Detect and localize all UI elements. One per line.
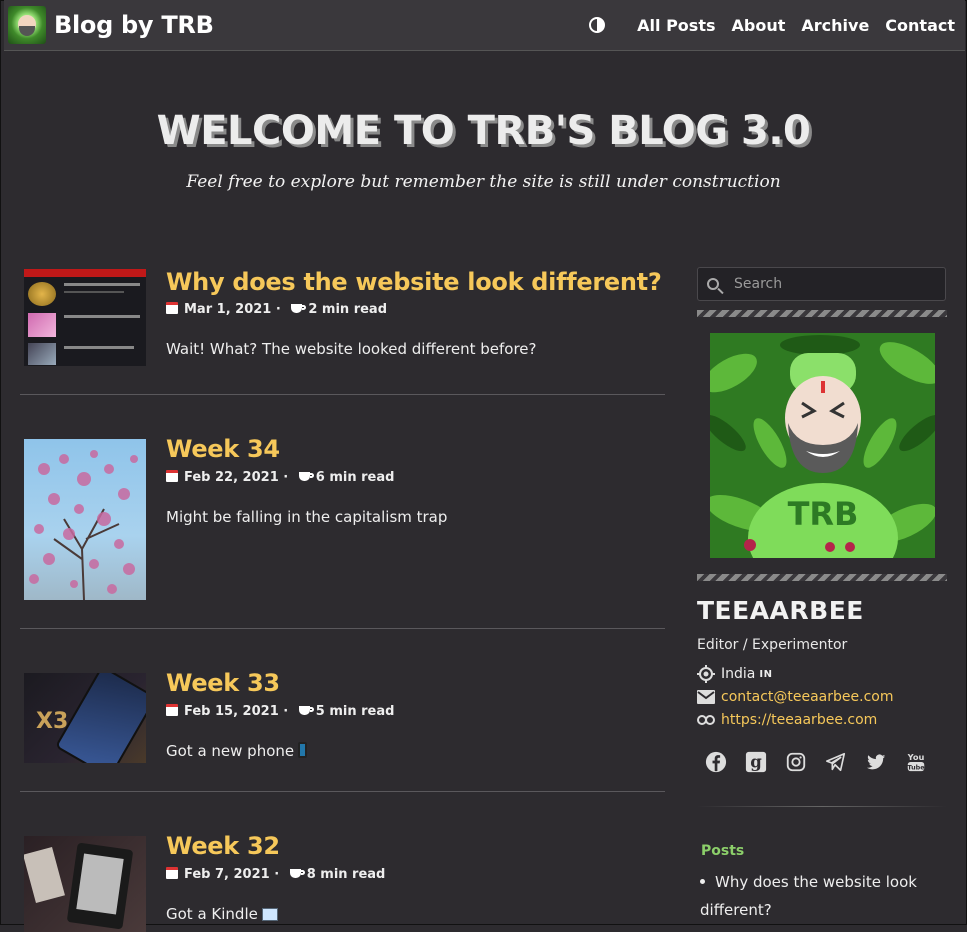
post-thumbnail[interactable]	[24, 439, 146, 600]
country-flag: IN	[759, 668, 773, 680]
calendar-icon	[166, 867, 178, 879]
post-read-time: 5 min read	[315, 704, 395, 719]
svg-text:You: You	[907, 752, 925, 762]
calendar-icon	[166, 704, 178, 716]
hatch-divider	[697, 310, 947, 317]
recent-post-item[interactable]: Why does the website look different?	[700, 868, 940, 924]
post-thumbnail[interactable]	[24, 836, 146, 932]
hatch-divider	[697, 574, 947, 581]
location-row: India IN	[697, 665, 773, 683]
post-title-link[interactable]: Week 33	[166, 669, 280, 697]
post-item: X3 Week 33 Feb 15, 2021 · 5 min read Got…	[20, 629, 665, 792]
nav-archive[interactable]: Archive	[801, 16, 869, 35]
post-excerpt-text: Got a new phone	[166, 742, 295, 760]
bullet-icon	[700, 879, 705, 884]
nav-menu: All Posts About Archive Contact	[589, 16, 955, 35]
sidebar-divider	[697, 806, 947, 807]
phone-icon	[298, 742, 308, 758]
post-title-link[interactable]: Week 34	[166, 435, 280, 463]
link-icon	[697, 712, 715, 728]
post-thumbnail[interactable]: X3	[24, 673, 146, 763]
facebook-icon[interactable]	[705, 750, 727, 774]
nav-about[interactable]: About	[732, 16, 786, 35]
search-box	[697, 267, 946, 301]
twitter-icon[interactable]	[865, 750, 887, 774]
book-icon	[261, 908, 278, 921]
calendar-icon	[166, 302, 178, 314]
instagram-icon[interactable]	[785, 750, 807, 774]
coffee-icon	[298, 472, 314, 481]
location-icon	[697, 665, 715, 683]
avatar: TRB	[710, 333, 935, 558]
mail-icon	[697, 689, 715, 705]
post-date: Feb 7, 2021	[184, 867, 270, 882]
coffee-icon	[291, 304, 307, 313]
youtube-icon[interactable]: You Tube	[905, 750, 927, 774]
navbar: Blog by TRB All Posts About Archive Cont…	[4, 0, 965, 51]
post-date: Mar 1, 2021	[184, 302, 272, 317]
post-meta: Feb 7, 2021 · 8 min read	[166, 867, 385, 882]
post-excerpt-text: Got a Kindle	[166, 905, 258, 923]
post-date: Feb 22, 2021	[184, 470, 279, 485]
post-date: Feb 15, 2021	[184, 704, 279, 719]
svg-text:TRB: TRB	[788, 495, 859, 533]
post-title-link[interactable]: Why does the website look different?	[166, 268, 662, 296]
site-logo	[8, 6, 46, 44]
goodreads-icon[interactable]: g	[745, 750, 767, 774]
recent-post-link[interactable]: Why does the website look different?	[700, 873, 917, 919]
post-excerpt: Might be falling in the capitalism trap	[166, 508, 448, 526]
search-input[interactable]	[732, 275, 926, 293]
post-meta: Mar 1, 2021 · 2 min read	[166, 302, 387, 317]
post-title-link[interactable]: Week 32	[166, 832, 280, 860]
post-meta: Feb 15, 2021 · 5 min read	[166, 704, 394, 719]
search-icon	[707, 278, 719, 290]
hero-subtitle: Feel free to explore but remember the si…	[186, 172, 781, 192]
post-excerpt: Wait! What? The website looked different…	[166, 340, 537, 358]
hero-title: WELCOME TO TRB'S BLOG 3.0	[156, 108, 811, 154]
post-thumbnail[interactable]	[24, 269, 146, 366]
profile-name: TEEAARBEE	[697, 596, 864, 625]
brand-link[interactable]: Blog by TRB	[8, 6, 214, 44]
site-title: Blog by TRB	[54, 11, 214, 39]
coffee-icon	[298, 706, 314, 715]
email-link[interactable]: contact@teeaarbee.com	[721, 689, 893, 705]
post-meta: Feb 22, 2021 · 6 min read	[166, 470, 394, 485]
nav-contact[interactable]: Contact	[885, 16, 955, 35]
recent-posts-heading: Posts	[701, 843, 745, 859]
website-link[interactable]: https://teeaarbee.com	[721, 712, 877, 728]
telegram-icon[interactable]	[825, 750, 847, 774]
post-excerpt: Got a Kindle	[166, 905, 278, 923]
social-links: g You Tube	[705, 750, 945, 774]
svg-text:g: g	[750, 753, 762, 772]
profile-role: Editor / Experimentor	[697, 637, 848, 653]
location-text: India	[721, 666, 756, 682]
post-item: Week 32 Feb 7, 2021 · 8 min read Got a K…	[20, 792, 665, 932]
post-item: Week 34 Feb 22, 2021 · 6 min read Might …	[20, 395, 665, 629]
post-read-time: 2 min read	[308, 302, 388, 317]
post-read-time: 6 min read	[315, 470, 395, 485]
post-read-time: 8 min read	[306, 867, 386, 882]
post-excerpt: Got a new phone	[166, 742, 308, 760]
website-row: https://teeaarbee.com	[697, 712, 877, 728]
post-item: Why does the website look different? Mar…	[20, 262, 665, 395]
nav-all-posts[interactable]: All Posts	[637, 16, 715, 35]
theme-toggle-icon[interactable]	[589, 17, 606, 33]
svg-text:Tube: Tube	[907, 763, 925, 771]
calendar-icon	[166, 470, 178, 482]
coffee-icon	[289, 869, 305, 878]
email-row: contact@teeaarbee.com	[697, 689, 893, 705]
